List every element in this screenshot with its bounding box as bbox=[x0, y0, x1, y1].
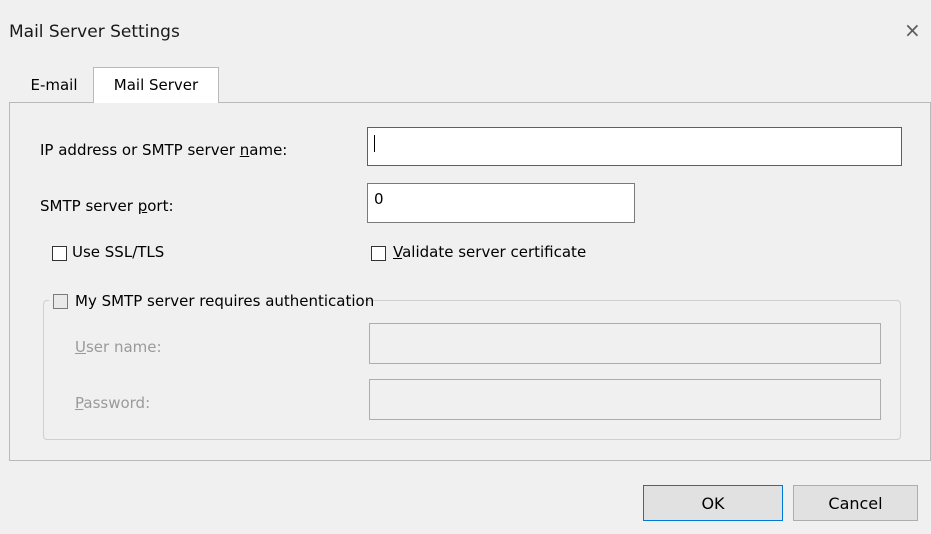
auth-group-legend[interactable]: My SMTP server requires authentication bbox=[49, 290, 374, 312]
tab-email[interactable]: E-mail bbox=[13, 70, 95, 100]
server-name-label: IP address or SMTP server name: bbox=[40, 141, 288, 159]
use-ssl-checkbox[interactable] bbox=[52, 246, 67, 261]
auth-required-checkbox[interactable] bbox=[53, 294, 68, 309]
use-ssl-label[interactable]: Use SSL/TLS bbox=[72, 243, 164, 261]
cancel-button[interactable]: Cancel bbox=[793, 485, 918, 521]
password-input[interactable] bbox=[369, 379, 881, 420]
user-name-input[interactable] bbox=[369, 323, 881, 364]
validate-cert-checkbox[interactable] bbox=[371, 246, 386, 261]
ok-button[interactable]: OK bbox=[643, 485, 783, 521]
title-bar: Mail Server Settings × bbox=[0, 0, 931, 58]
user-name-label: User name: bbox=[75, 338, 162, 356]
validate-cert-label[interactable]: Validate server certificate bbox=[393, 243, 586, 261]
close-icon[interactable]: × bbox=[904, 18, 921, 42]
text-caret bbox=[374, 135, 375, 152]
server-name-input[interactable] bbox=[367, 127, 902, 166]
tab-mail-server[interactable]: Mail Server bbox=[93, 67, 219, 103]
auth-required-label[interactable]: My SMTP server requires authentication bbox=[75, 292, 374, 310]
smtp-port-input[interactable]: 0 bbox=[367, 183, 635, 223]
password-label: Password: bbox=[75, 394, 151, 412]
window-title: Mail Server Settings bbox=[9, 22, 180, 42]
smtp-port-label: SMTP server port: bbox=[40, 197, 174, 215]
